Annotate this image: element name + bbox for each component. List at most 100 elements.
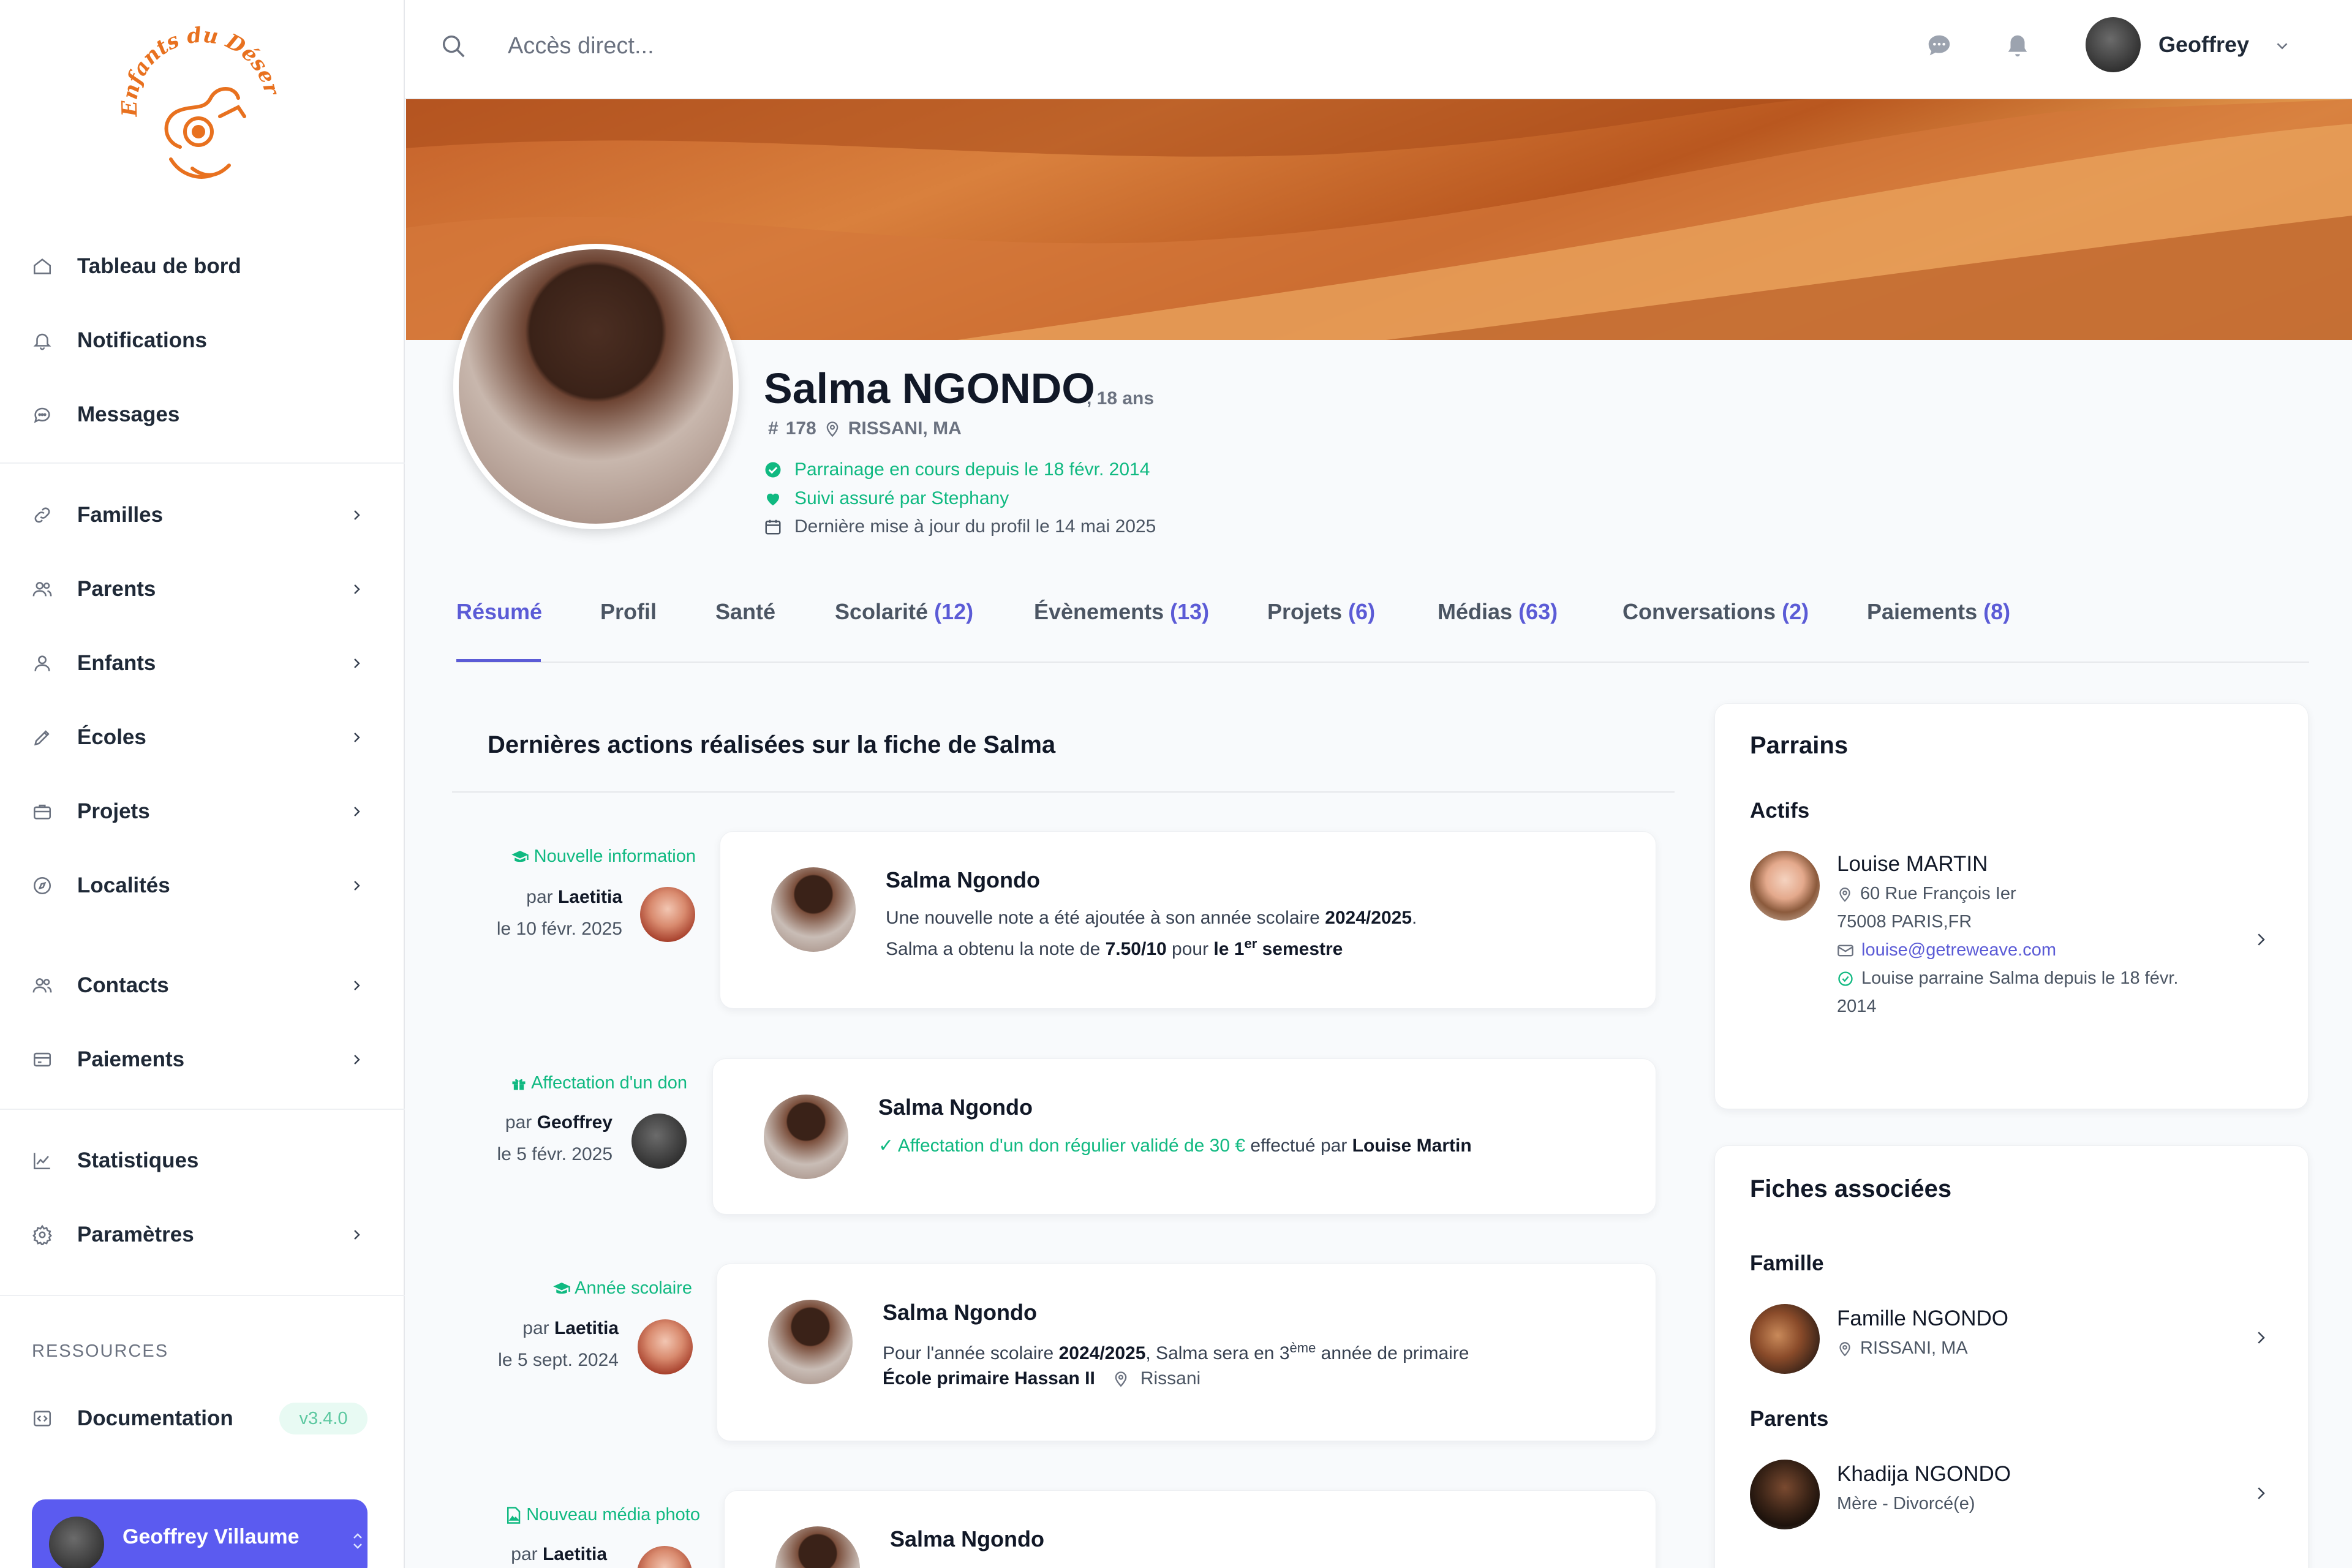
mail-icon (1837, 943, 1854, 958)
sidebar-item-localites[interactable]: Localités (0, 852, 405, 919)
avatar (771, 867, 856, 952)
sidebar-item-parents[interactable]: Parents (0, 556, 405, 623)
credit-card-icon (31, 1048, 54, 1071)
text-part: . (1412, 908, 1417, 928)
tab-label: Paiements (1867, 599, 1978, 624)
tab-projets[interactable]: Projets (6) (1267, 599, 1375, 625)
avatar (1750, 1304, 1820, 1374)
event-type-label: Nouvelle information (533, 846, 696, 866)
panel-subtitle: Actifs (1750, 799, 1810, 823)
gift-icon (510, 1075, 527, 1092)
sidebar-item-ecoles[interactable]: Écoles (0, 704, 405, 771)
card-title: Salma Ngondo (886, 867, 1041, 892)
chat-icon (31, 403, 54, 426)
sidebar-item-enfants[interactable]: Enfants (0, 630, 405, 697)
enfants-du-desert-logo[interactable]: Enfants du Désert (113, 24, 290, 196)
bell-icon[interactable] (2003, 32, 2032, 60)
timeline-card[interactable]: Salma Ngondo Pour l'année scolaire 2024/… (717, 1264, 1656, 1441)
tab-paiements[interactable]: Paiements (8) (1867, 599, 2010, 625)
tab-evenements[interactable]: Évènements (13) (1034, 599, 1209, 625)
event-author: par Geoffrey (505, 1112, 612, 1133)
avatar (775, 1526, 860, 1568)
card-text: ✓ Affectation d'un don régulier validé d… (878, 1135, 1472, 1156)
card-title: Salma Ngondo (878, 1095, 1033, 1120)
sidebar-item-label: Messages (77, 402, 180, 426)
tab-scolarite[interactable]: Scolarité (12) (835, 599, 973, 625)
chevron-right-icon[interactable] (2252, 930, 2270, 949)
text-part: effectué par (1245, 1136, 1352, 1156)
chevron-right-icon[interactable] (2252, 1329, 2270, 1347)
panel-subtitle: Famille (1750, 1251, 1824, 1275)
text-part: pour (1166, 939, 1214, 959)
tab-conversations[interactable]: Conversations (2) (1623, 599, 1809, 625)
avatar (631, 1114, 687, 1169)
chevron-right-icon[interactable] (2252, 1484, 2270, 1502)
top-bar: Geoffrey (405, 0, 2352, 99)
superscript: ème (1289, 1340, 1316, 1355)
profile-location: RISSANI, MA (848, 418, 962, 439)
chevron-down-icon[interactable] (2273, 37, 2291, 55)
user-name[interactable]: Geoffrey (2158, 32, 2249, 58)
search-input[interactable] (508, 24, 1059, 67)
author-name: Laetitia (554, 1318, 619, 1338)
text-part: Pour l'année scolaire (883, 1343, 1059, 1363)
school-name: École primaire Hassan II (883, 1368, 1095, 1389)
sidebar-item-messages[interactable]: Messages (0, 381, 405, 448)
divider (0, 1109, 405, 1110)
event-author: par Laetitia (522, 1318, 619, 1339)
event-type: Année scolaire (552, 1278, 692, 1298)
tab-medias[interactable]: Médias (63) (1438, 599, 1558, 625)
since-text: Louise parraine Salma depuis le 18 févr. (1861, 968, 2179, 988)
profile-name: Salma NGONDO (764, 364, 1095, 412)
map-pin-icon (1837, 886, 1853, 903)
family-location: RISSANI, MA (1837, 1338, 1968, 1359)
sidebar-item-contacts[interactable]: Contacts (0, 952, 405, 1019)
sidebar-item-paiements[interactable]: Paiements (0, 1026, 405, 1093)
tabs-divider (456, 662, 2309, 663)
sidebar-item-projets[interactable]: Projets (0, 778, 405, 845)
event-date: le 5 févr. 2025 (497, 1144, 612, 1164)
hash-icon: # (768, 418, 778, 439)
avatar[interactable] (2086, 17, 2141, 72)
sponsor-email-link[interactable]: louise@getreweave.com (1837, 940, 2056, 960)
text-part: , Salma sera en 3 (1145, 1343, 1290, 1363)
sidebar-item-parametres[interactable]: Paramètres (0, 1201, 405, 1268)
sidebar-item-dashboard[interactable]: Tableau de bord (0, 233, 405, 300)
divider (0, 462, 405, 464)
sidebar-item-label: Familles (77, 503, 164, 527)
family-name[interactable]: Famille NGONDO (1837, 1306, 2008, 1331)
image-file-icon (505, 1506, 521, 1525)
parent-name[interactable]: Khadija NGONDO (1837, 1462, 2011, 1487)
avatar (768, 1300, 853, 1384)
tab-profil[interactable]: Profil (600, 599, 657, 625)
followed-by: Suivi assuré par Stephany (764, 488, 1009, 509)
by-prefix: par (526, 887, 553, 907)
chat-icon[interactable] (1925, 32, 1953, 60)
search-icon[interactable] (439, 32, 467, 60)
card-title: Salma Ngondo (890, 1526, 1045, 1551)
timeline-card[interactable]: Salma Ngondo ✓ Affectation d'un don régu… (712, 1058, 1656, 1215)
tab-label: Profil (600, 599, 657, 624)
tab-count: (12) (934, 599, 974, 624)
sidebar-item-label: Écoles (77, 725, 146, 749)
check-circle-icon (1837, 970, 1854, 987)
text-strong: Louise Martin (1352, 1136, 1472, 1156)
tab-label: Conversations (1623, 599, 1776, 624)
tab-sante[interactable]: Santé (715, 599, 775, 625)
tab-resume[interactable]: Résumé (456, 599, 542, 625)
sidebar-item-label: Statistiques (77, 1148, 199, 1172)
event-type-label: Affectation d'un don (531, 1073, 687, 1093)
avatar (638, 1319, 693, 1374)
sidebar-item-familles[interactable]: Familles (0, 481, 405, 549)
parent-detail: Mère - Divorcé(e) (1837, 1494, 1975, 1513)
home-icon (31, 255, 54, 278)
avatar (764, 1095, 848, 1179)
timeline-card[interactable]: Salma Ngondo (724, 1490, 1656, 1568)
sidebar-item-statistiques[interactable]: Statistiques (0, 1127, 405, 1194)
sidebar-item-label: Documentation (77, 1406, 233, 1430)
user-switcher-button[interactable]: Geoffrey Villaume (32, 1499, 368, 1568)
chevron-right-icon (349, 1227, 364, 1242)
timeline-card[interactable]: Salma Ngondo Une nouvelle note a été ajo… (720, 831, 1656, 1009)
tab-count: (63) (1518, 599, 1558, 624)
sidebar-item-notifications[interactable]: Notifications (0, 307, 405, 374)
